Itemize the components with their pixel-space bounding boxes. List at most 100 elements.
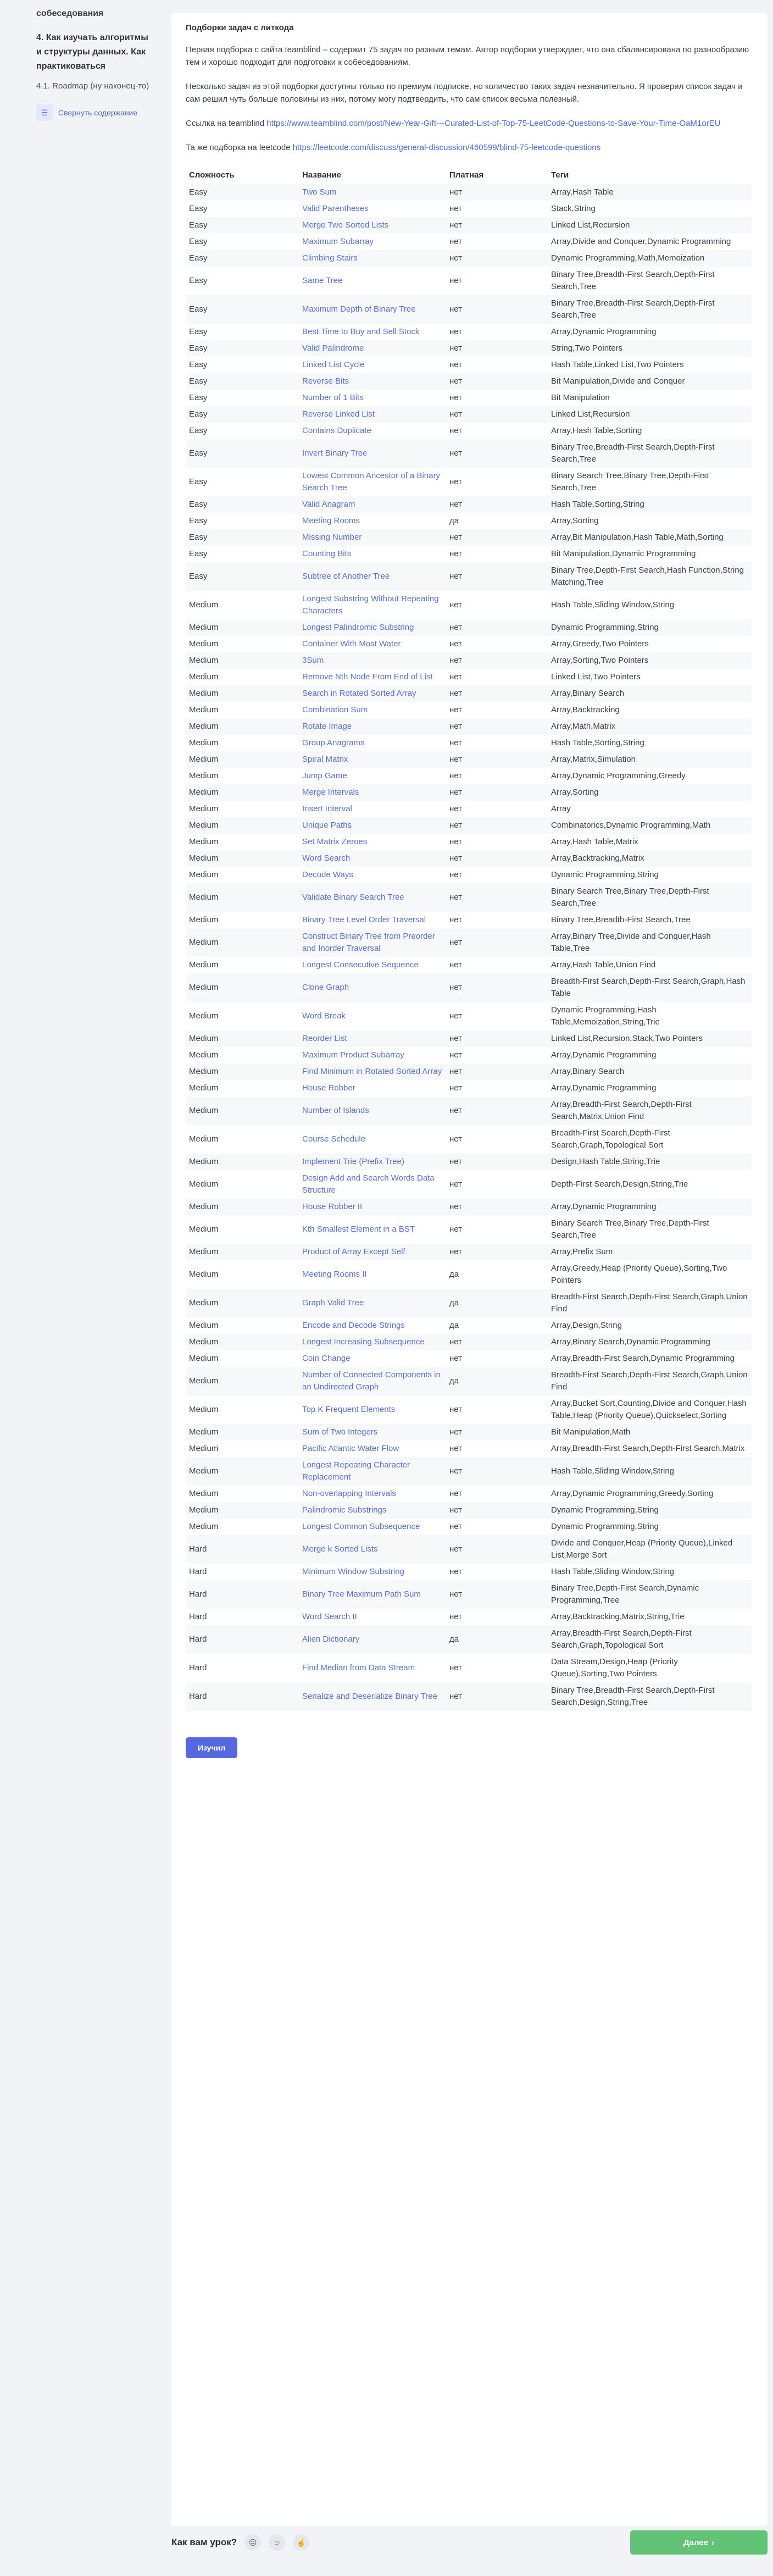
row-name[interactable]: House Robber II [299, 1199, 446, 1215]
row-name[interactable]: Encode and Decode Strings [299, 1317, 446, 1334]
row-name[interactable]: Lowest Common Ancestor of a Binary Searc… [299, 468, 446, 496]
row-name[interactable]: Find Minimum in Rotated Sorted Array [299, 1063, 446, 1080]
row-tags: Array,Dynamic Programming [551, 327, 657, 336]
row-name[interactable]: Binary Tree Maximum Path Sum [299, 1580, 446, 1609]
row-name[interactable]: Valid Anagram [299, 496, 446, 513]
leetcode-link[interactable]: https://leetcode.com/discuss/general-dis… [293, 143, 600, 152]
row-name[interactable]: Meeting Rooms II [299, 1260, 446, 1289]
row-paid: нет [449, 1444, 462, 1453]
row-paid: нет [446, 1063, 548, 1080]
row-name[interactable]: Graph Valid Tree [299, 1289, 446, 1317]
row-name[interactable]: Missing Number [299, 529, 446, 546]
row-name[interactable]: Coin Change [299, 1350, 446, 1367]
row-name[interactable]: Alien Dictionary [299, 1625, 446, 1654]
row-name[interactable]: Two Sum [299, 184, 446, 201]
row-difficulty: Medium [186, 1244, 299, 1260]
row-name[interactable]: Course Schedule [299, 1125, 446, 1154]
row-paid: да [446, 1367, 548, 1395]
row-name[interactable]: Climbing Stairs [299, 250, 446, 267]
row-name[interactable]: Binary Tree Level Order Traversal [299, 912, 446, 928]
row-name[interactable]: Jump Game [299, 768, 446, 784]
row-name[interactable]: Longest Substring Without Repeating Char… [299, 591, 446, 619]
table-row: Easy Counting Bits нет Bit Manipulation,Dyn… [186, 546, 752, 562]
sidebar-prev-title[interactable]: собеседования [36, 9, 154, 19]
row-name[interactable]: Longest Common Subsequence [299, 1519, 446, 1535]
row-name[interactable]: Palindromic Substrings [299, 1502, 446, 1519]
row-name[interactable]: Unique Paths [299, 817, 446, 834]
row-name[interactable]: Kth Smallest Element in a BST [299, 1215, 446, 1244]
row-name[interactable]: Word Search II [299, 1609, 446, 1625]
row-name[interactable]: Serialize and Deserialize Binary Tree [299, 1682, 446, 1711]
row-name[interactable]: Rotate Image [299, 718, 446, 735]
teamblind-link[interactable]: https://www.teamblind.com/post/New-Year-… [266, 119, 720, 128]
intro-paragraph-2: Несколько задач из этой подборки доступн… [186, 82, 743, 104]
row-name[interactable]: Merge k Sorted Lists [299, 1535, 446, 1564]
row-paid: нет [449, 549, 462, 558]
row-name[interactable]: Pacific Atlantic Water Flow [299, 1441, 446, 1457]
row-name[interactable]: Merge Intervals [299, 784, 446, 801]
row-name[interactable]: Number of 1 Bits [299, 390, 446, 406]
thumbs-up-icon[interactable]: ☝ [293, 2534, 310, 2551]
row-tags: Array,Backtracking,Matrix,String,Trie [551, 1612, 685, 1621]
row-name[interactable]: Word Search [299, 850, 446, 867]
row-paid: нет [449, 360, 462, 369]
row-name[interactable]: Number of Connected Components in an Und… [299, 1367, 446, 1395]
row-name[interactable]: Find Median from Data Stream [299, 1654, 446, 1682]
row-name[interactable]: Container With Most Water [299, 636, 446, 652]
row-name[interactable]: Maximum Subarray [299, 234, 446, 250]
row-name[interactable]: Remove Nth Node From End of List [299, 669, 446, 685]
row-name[interactable]: Validate Binary Search Tree [299, 883, 446, 912]
row-name[interactable]: Reverse Linked List [299, 406, 446, 423]
sidebar-sub-item[interactable]: 4.1. Roadmap (ну наконец-то) [36, 80, 152, 92]
neutral-face-icon[interactable]: ☺ [269, 2534, 286, 2551]
row-name[interactable]: Valid Parentheses [299, 201, 446, 217]
row-name[interactable]: Non-overlapping Intervals [299, 1486, 446, 1502]
row-name[interactable]: Maximum Product Subarray [299, 1047, 446, 1063]
row-name[interactable]: Reorder List [299, 1031, 446, 1047]
row-name[interactable]: Product of Array Except Self [299, 1244, 446, 1260]
row-name[interactable]: Longest Palindromic Substring [299, 619, 446, 636]
row-name[interactable]: Subtree of Another Tree [299, 562, 446, 591]
row-name[interactable]: Linked List Cycle [299, 357, 446, 373]
sad-face-icon[interactable]: ☹ [244, 2534, 262, 2551]
row-name[interactable]: Best Time to Buy and Sell Stock [299, 324, 446, 340]
row-tags: Array,Binary Tree,Divide and Conquer,Has… [548, 928, 752, 957]
row-name[interactable]: Decode Ways [299, 867, 446, 883]
row-name[interactable]: Implement Trie (Prefix Tree) [299, 1154, 446, 1170]
row-name[interactable]: Group Anagrams [299, 735, 446, 751]
row-name[interactable]: Top K Frequent Elements [299, 1395, 446, 1424]
row-paid: нет [449, 915, 462, 924]
row-name[interactable]: Combination Sum [299, 702, 446, 718]
row-name[interactable]: Invert Binary Tree [299, 439, 446, 468]
row-name[interactable]: Design Add and Search Words Data Structu… [299, 1170, 446, 1199]
row-name[interactable]: Meeting Rooms [299, 513, 446, 529]
collapse-contents-button[interactable]: ☰ Свернуть содержание [36, 104, 154, 121]
row-name[interactable]: Contains Duplicate [299, 423, 446, 439]
row-name[interactable]: Minimum Window Substring [299, 1564, 446, 1580]
row-name[interactable]: Same Tree [299, 267, 446, 295]
row-name[interactable]: Longest Consecutive Sequence [299, 957, 446, 973]
row-tags: Array,Divide and Conquer,Dynamic Program… [551, 237, 731, 246]
row-name[interactable]: Spiral Matrix [299, 751, 446, 768]
row-name[interactable]: Sum of Two Integers [299, 1424, 446, 1441]
row-name[interactable]: Reverse Bits [299, 373, 446, 390]
studied-button[interactable]: Изучил [186, 1737, 238, 1758]
row-name[interactable]: Merge Two Sorted Lists [299, 217, 446, 234]
row-name[interactable]: Counting Bits [299, 546, 446, 562]
next-button[interactable]: Далее › [630, 2530, 768, 2555]
row-name[interactable]: Construct Binary Tree from Preorder and … [299, 928, 446, 957]
row-name[interactable]: Maximum Depth of Binary Tree [299, 295, 446, 324]
row-name[interactable]: Insert Interval [299, 801, 446, 817]
row-name[interactable]: House Robber [299, 1080, 446, 1096]
row-name[interactable]: Word Break [299, 1002, 446, 1031]
row-paid: нет [449, 804, 462, 813]
row-name[interactable]: 3Sum [299, 652, 446, 669]
row-name[interactable]: Clone Graph [299, 973, 446, 1002]
sidebar-current-section[interactable]: 4. Как изучать алгоритмы и структуры дан… [36, 31, 154, 74]
row-name[interactable]: Set Matrix Zeroes [299, 834, 446, 850]
row-name[interactable]: Longest Repeating Character Replacement [299, 1457, 446, 1486]
row-name[interactable]: Search in Rotated Sorted Array [299, 685, 446, 702]
row-name[interactable]: Longest Increasing Subsequence [299, 1334, 446, 1350]
row-name[interactable]: Number of Islands [299, 1096, 446, 1125]
row-name[interactable]: Valid Palindrome [299, 340, 446, 357]
